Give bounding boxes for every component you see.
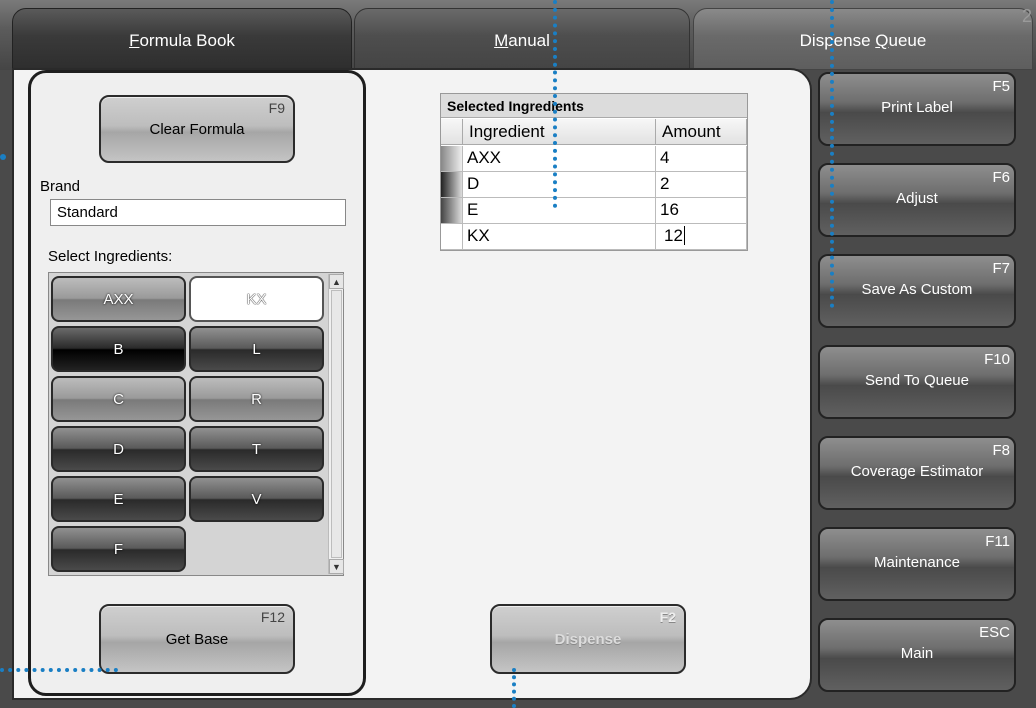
send-to-queue-label: Send To Queue — [865, 371, 969, 389]
column-header-amount[interactable]: Amount — [656, 119, 747, 145]
page-number: 2 — [1021, 6, 1032, 26]
row-selector[interactable] — [441, 146, 463, 172]
adjust-button[interactable]: F6 Adjust — [818, 163, 1016, 237]
clear-formula-button[interactable]: F9 Clear Formula — [99, 95, 295, 163]
brand-field[interactable]: Standard — [50, 199, 346, 226]
coverage-estimator-label: Coverage Estimator — [850, 462, 984, 480]
annotation-dotted-line — [512, 668, 516, 708]
scroll-thumb[interactable] — [331, 290, 342, 558]
table-cell-amount[interactable]: 2 — [656, 172, 747, 198]
tab-dispense-queue-label: Dispense Queue — [799, 31, 927, 50]
amount-edit-value: 12 — [664, 226, 683, 245]
ingredient-button-axx[interactable]: AXX — [51, 276, 186, 322]
table-cell-ingredient[interactable]: E — [463, 198, 656, 224]
row-selector[interactable] — [441, 198, 463, 224]
get-base-button[interactable]: F12 Get Base — [99, 604, 295, 674]
send-to-queue-key: F10 — [984, 351, 1010, 368]
print-label-label: Print Label — [881, 98, 953, 116]
ingredient-button-b[interactable]: B — [51, 326, 186, 372]
save-as-custom-label: Save As Custom — [861, 280, 973, 298]
ingredient-button-l[interactable]: L — [189, 326, 324, 372]
annotation-dot — [0, 154, 6, 160]
table-caption: Selected Ingredients — [441, 94, 747, 118]
maintenance-button[interactable]: F11 Maintenance — [818, 527, 1016, 601]
get-base-label: Get Base — [165, 630, 229, 648]
get-base-key: F12 — [260, 609, 285, 625]
ingredient-button-d[interactable]: D — [51, 426, 186, 472]
ingredient-button-kx[interactable]: KX — [189, 276, 324, 322]
save-as-custom-button[interactable]: F7 Save As Custom — [818, 254, 1016, 328]
table-cell-ingredient[interactable]: KX — [463, 224, 656, 250]
table-corner — [441, 119, 463, 145]
tab-formula-book-label: Formula Book — [129, 31, 235, 50]
annotation-dotted-line — [830, 0, 834, 308]
print-label-button[interactable]: F5 Print Label — [818, 72, 1016, 146]
tab-formula-book[interactable]: Formula Book — [12, 8, 352, 70]
dispense-button[interactable]: F2 Dispense — [490, 604, 686, 674]
selected-ingredients-table: Selected Ingredients Ingredient Amount A… — [440, 93, 748, 251]
table-cell-ingredient[interactable]: AXX — [463, 146, 656, 172]
ingredient-button-c[interactable]: C — [51, 376, 186, 422]
clear-formula-key: F9 — [268, 100, 285, 116]
coverage-estimator-button[interactable]: F8 Coverage Estimator — [818, 436, 1016, 510]
text-cursor — [683, 226, 685, 245]
tab-manual[interactable]: Manual — [354, 8, 690, 70]
ingredient-button-v[interactable]: V — [189, 476, 324, 522]
maintenance-label: Maintenance — [874, 553, 960, 571]
brand-label: Brand — [40, 178, 81, 195]
tab-dispense-queue[interactable]: Dispense Queue — [693, 8, 1033, 70]
table-cell-amount[interactable]: 16 — [656, 198, 747, 224]
column-header-ingredient[interactable]: Ingredient — [463, 119, 656, 145]
print-label-key: F5 — [992, 78, 1010, 95]
ingredient-scrollbar[interactable]: ▲ ▼ — [328, 274, 344, 574]
send-to-queue-button[interactable]: F10 Send To Queue — [818, 345, 1016, 419]
table-cell-ingredient[interactable]: D — [463, 172, 656, 198]
main-button[interactable]: ESC Main — [818, 618, 1016, 692]
row-selector[interactable] — [441, 224, 463, 250]
main-key: ESC — [979, 624, 1010, 641]
row-selector[interactable] — [441, 172, 463, 198]
annotation-dotted-line — [0, 668, 118, 672]
dispense-label: Dispense — [554, 630, 622, 648]
table-cell-amount-editing[interactable]: 12 — [656, 224, 747, 250]
adjust-key: F6 — [992, 169, 1010, 186]
ingredient-button-r[interactable]: R — [189, 376, 324, 422]
ingredient-button-t[interactable]: T — [189, 426, 324, 472]
clear-formula-label: Clear Formula — [149, 120, 245, 138]
scroll-down-icon[interactable]: ▼ — [329, 559, 344, 574]
main-label: Main — [900, 644, 934, 662]
dispense-key: F2 — [659, 609, 676, 625]
maintenance-key: F11 — [985, 533, 1010, 550]
select-ingredients-label: Select Ingredients: — [48, 248, 173, 265]
tab-manual-label: Manual — [494, 31, 550, 50]
ingredient-button-e[interactable]: E — [51, 476, 186, 522]
table-cell-amount[interactable]: 4 — [656, 146, 747, 172]
adjust-label: Adjust — [896, 189, 938, 207]
annotation-dotted-line — [553, 0, 557, 208]
ingredient-button-f[interactable]: F — [51, 526, 186, 572]
coverage-estimator-key: F8 — [992, 442, 1010, 459]
save-as-custom-key: F7 — [992, 260, 1010, 277]
scroll-up-icon[interactable]: ▲ — [329, 274, 344, 289]
